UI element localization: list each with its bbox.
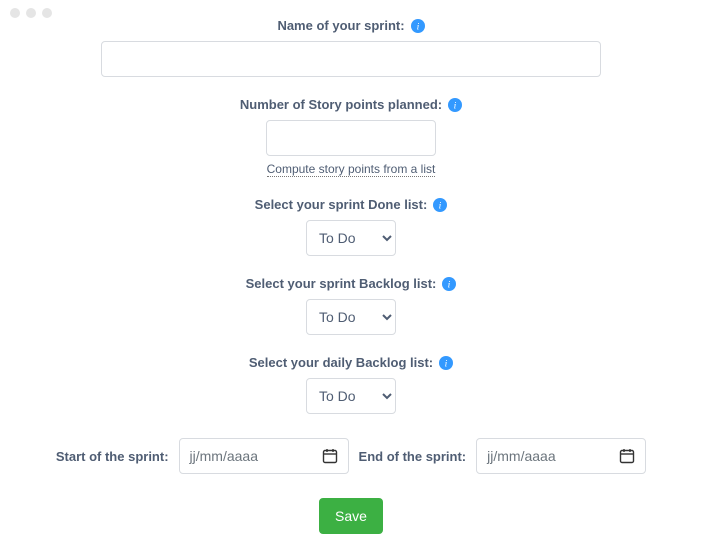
backlog-list-label-row: Select your sprint Backlog list: i [246,276,457,291]
svg-text:i: i [448,279,451,290]
start-date-label: Start of the sprint: [56,449,169,464]
save-button[interactable]: Save [319,498,383,534]
story-points-input[interactable] [266,120,436,156]
daily-backlog-label: Select your daily Backlog list: [249,355,433,370]
compute-story-points-link[interactable]: Compute story points from a list [267,162,436,177]
svg-text:i: i [454,100,457,111]
done-list-label: Select your sprint Done list: [255,197,428,212]
start-date-input[interactable]: jj/mm/aaaa [179,438,349,474]
info-icon[interactable]: i [411,19,425,33]
done-list-label-row: Select your sprint Done list: i [255,197,448,212]
window-traffic-lights [10,8,52,18]
calendar-icon [619,448,635,464]
svg-text:i: i [445,358,448,369]
end-date-input[interactable]: jj/mm/aaaa [476,438,646,474]
done-list-group: Select your sprint Done list: i To Do [255,197,448,256]
svg-text:i: i [416,21,419,32]
end-date-label: End of the sprint: [359,449,467,464]
daily-backlog-select[interactable]: To Do [306,378,396,414]
story-points-group: Number of Story points planned: i Comput… [240,97,462,177]
sprint-name-label-row: Name of your sprint: i [277,18,424,33]
sprint-name-input[interactable] [101,41,601,77]
traffic-light [10,8,20,18]
info-icon[interactable]: i [442,277,456,291]
info-icon[interactable]: i [448,98,462,112]
date-row: Start of the sprint: jj/mm/aaaa End of t… [56,438,646,474]
done-list-select[interactable]: To Do [306,220,396,256]
svg-text:i: i [439,200,442,211]
backlog-list-group: Select your sprint Backlog list: i To Do [246,276,457,335]
story-points-label-row: Number of Story points planned: i [240,97,462,112]
info-icon[interactable]: i [439,356,453,370]
daily-backlog-group: Select your daily Backlog list: i To Do [249,355,453,414]
calendar-icon [322,448,338,464]
daily-backlog-label-row: Select your daily Backlog list: i [249,355,453,370]
info-icon[interactable]: i [433,198,447,212]
traffic-light [26,8,36,18]
end-date-placeholder: jj/mm/aaaa [487,448,555,464]
sprint-name-group: Name of your sprint: i [101,18,601,77]
traffic-light [42,8,52,18]
story-points-label: Number of Story points planned: [240,97,442,112]
sprint-name-label: Name of your sprint: [277,18,404,33]
backlog-list-select[interactable]: To Do [306,299,396,335]
sprint-form: Name of your sprint: i Number of Story p… [0,0,702,534]
start-date-placeholder: jj/mm/aaaa [190,448,258,464]
backlog-list-label: Select your sprint Backlog list: [246,276,437,291]
